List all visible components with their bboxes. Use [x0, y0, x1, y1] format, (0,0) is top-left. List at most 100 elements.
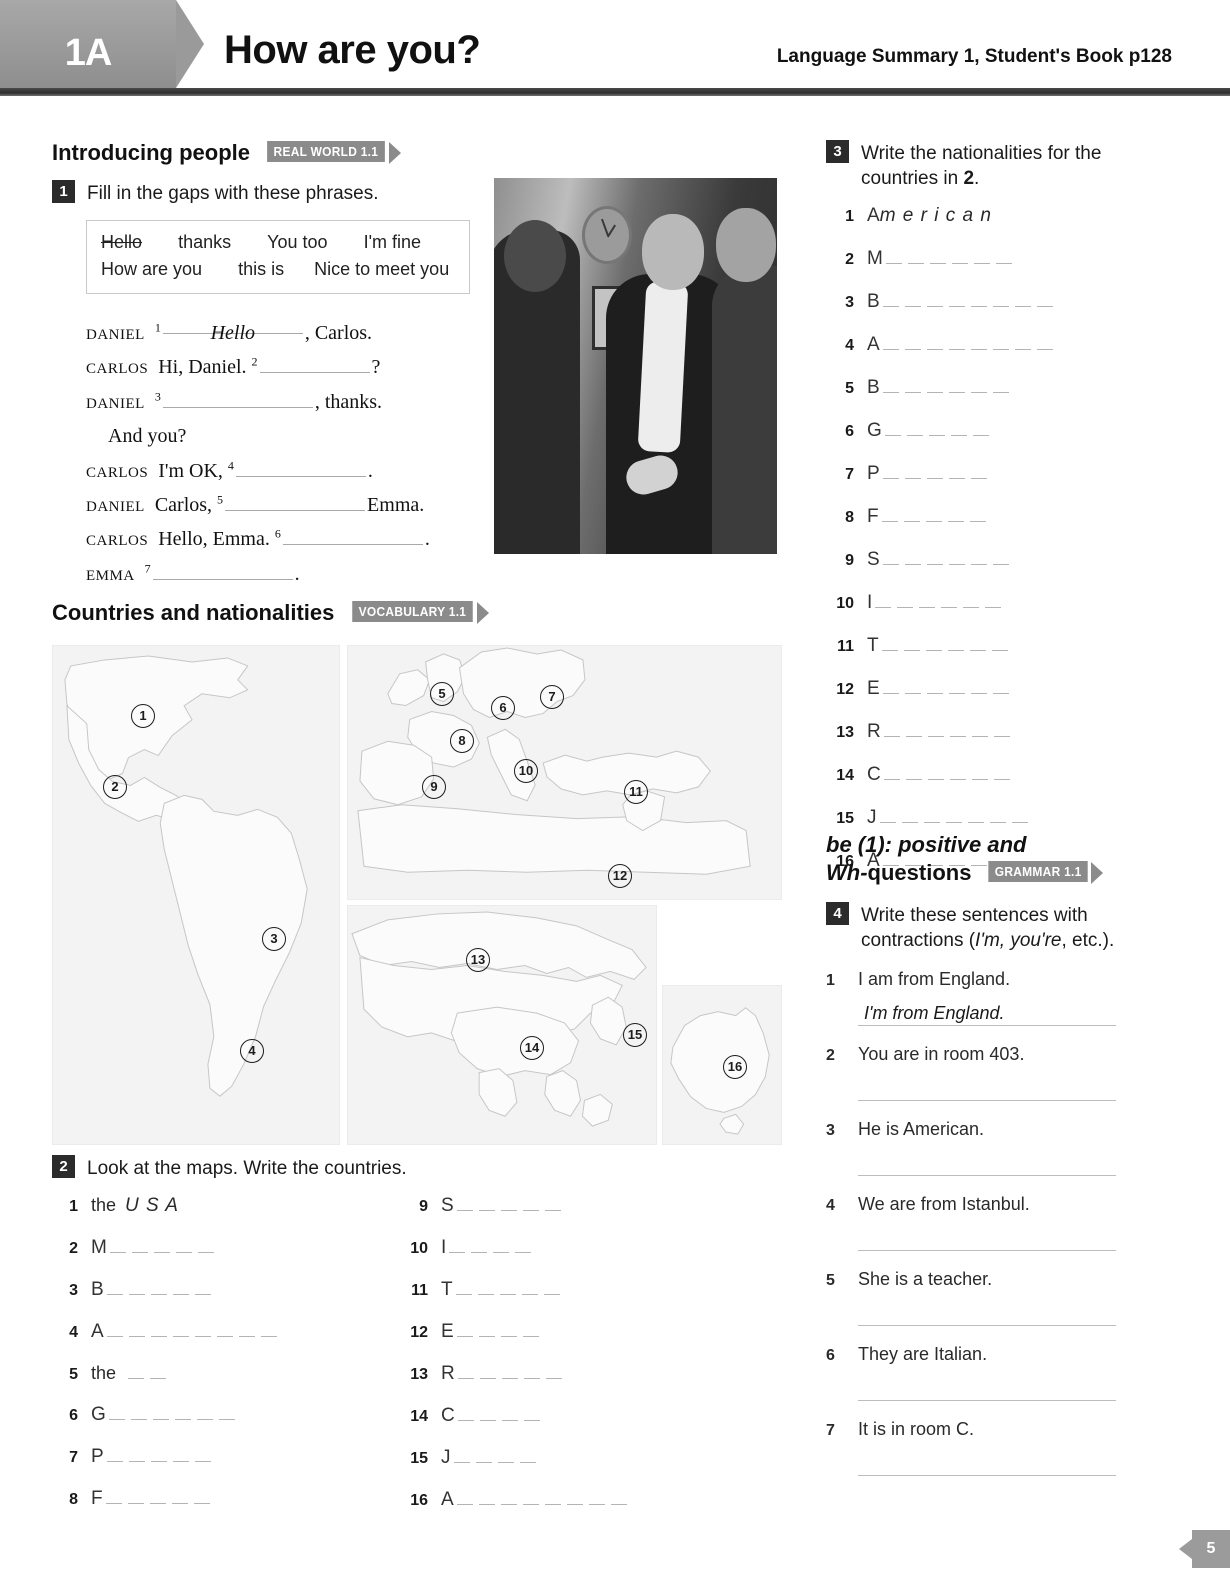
blank-slot[interactable] — [882, 292, 899, 308]
item-blanks[interactable] — [881, 635, 1014, 656]
blank-slot[interactable] — [972, 421, 989, 437]
blank-slot[interactable] — [501, 1364, 518, 1380]
item-blanks[interactable] — [106, 1321, 283, 1342]
item-blanks[interactable] — [882, 334, 1059, 355]
item-body[interactable]: C — [441, 1405, 546, 1427]
blank-slot[interactable] — [882, 550, 899, 566]
item-body[interactable]: F — [91, 1488, 216, 1510]
blank-slot[interactable] — [971, 722, 988, 738]
blank-slot[interactable] — [588, 1490, 605, 1506]
blank-slot[interactable] — [523, 1406, 540, 1422]
blank-slot[interactable] — [971, 765, 988, 781]
item-blanks[interactable] — [456, 1195, 567, 1216]
blank-slot[interactable] — [884, 421, 901, 437]
blank-slot[interactable] — [882, 679, 899, 695]
phrase-im-fine[interactable]: I'm fine — [364, 229, 421, 256]
answer-line[interactable] — [858, 1225, 1116, 1252]
dialogue-gap[interactable] — [235, 459, 366, 477]
blank-slot[interactable] — [904, 679, 921, 695]
blank-slot[interactable] — [172, 1322, 189, 1338]
blank-slot[interactable] — [216, 1322, 233, 1338]
item-body[interactable]: M — [91, 1237, 220, 1259]
blank-slot[interactable] — [501, 1406, 518, 1422]
blank-slot[interactable] — [521, 1280, 538, 1296]
item-body[interactable]: T — [867, 635, 1014, 657]
blank-slot[interactable] — [992, 378, 1009, 394]
blank-slot[interactable] — [175, 1238, 192, 1254]
blank-slot[interactable] — [106, 1447, 123, 1463]
blank-slot[interactable] — [193, 1489, 210, 1505]
map-marker-16[interactable]: 16 — [723, 1055, 747, 1079]
item-body[interactable]: A — [91, 1321, 283, 1343]
blank-slot[interactable] — [522, 1196, 539, 1212]
item-body[interactable]: R — [867, 721, 1016, 743]
map-marker-10[interactable]: 10 — [514, 759, 538, 783]
blank-slot[interactable] — [926, 550, 943, 566]
item-blanks[interactable] — [457, 1363, 568, 1384]
item-blanks[interactable] — [885, 248, 1018, 269]
blank-slot[interactable] — [967, 808, 984, 824]
item-body[interactable]: the U S A — [91, 1195, 179, 1217]
phrase-this-is[interactable]: this is — [238, 256, 284, 283]
item-blanks[interactable] — [456, 1321, 545, 1342]
blank-slot[interactable] — [928, 421, 945, 437]
phrase-thanks[interactable]: thanks — [178, 229, 231, 256]
item-body[interactable]: F — [867, 506, 992, 528]
item-body[interactable]: C — [867, 764, 1016, 786]
item-blanks[interactable] — [884, 420, 995, 441]
blank-slot[interactable] — [951, 249, 968, 265]
blank-slot[interactable] — [945, 808, 962, 824]
blank-slot[interactable] — [941, 593, 958, 609]
blank-slot[interactable] — [970, 464, 987, 480]
item-body[interactable]: G — [867, 420, 995, 442]
blank-slot[interactable] — [993, 765, 1010, 781]
map-marker-7[interactable]: 7 — [540, 685, 564, 709]
item-body[interactable]: A — [867, 334, 1059, 356]
dialogue-gap[interactable] — [259, 355, 370, 374]
dialogue-gap[interactable] — [162, 390, 313, 408]
blank-slot[interactable] — [479, 1364, 496, 1380]
item-body[interactable]: E — [867, 678, 1015, 700]
answer-line[interactable] — [858, 1450, 1116, 1477]
blank-slot[interactable] — [901, 808, 918, 824]
item-body[interactable]: B — [867, 377, 1015, 399]
item-blanks[interactable] — [109, 1237, 220, 1258]
blank-slot[interactable] — [950, 421, 967, 437]
dialogue-gap[interactable] — [282, 527, 423, 546]
blank-slot[interactable] — [457, 1406, 474, 1422]
phrase-you-too[interactable]: You too — [267, 229, 327, 256]
blank-slot[interactable] — [992, 335, 1009, 351]
item-body[interactable]: E — [441, 1321, 545, 1343]
blank-slot[interactable] — [875, 593, 892, 609]
map-americas[interactable]: 1 2 3 4 — [52, 645, 340, 1145]
blank-slot[interactable] — [985, 593, 1002, 609]
blank-slot[interactable] — [128, 1447, 145, 1463]
blank-slot[interactable] — [992, 679, 1009, 695]
blank-slot[interactable] — [108, 1405, 125, 1421]
answer-line[interactable] — [858, 1300, 1116, 1327]
blank-slot[interactable] — [927, 765, 944, 781]
item-blanks[interactable] — [882, 678, 1015, 699]
blank-slot[interactable] — [1036, 292, 1053, 308]
blank-slot[interactable] — [970, 679, 987, 695]
map-europe-mediterranean[interactable]: 5 6 7 8 9 10 11 12 — [347, 645, 782, 900]
blank-slot[interactable] — [948, 679, 965, 695]
blank-slot[interactable] — [879, 808, 896, 824]
item-body[interactable]: M — [867, 248, 1018, 270]
blank-slot[interactable] — [453, 1448, 470, 1464]
item-blanks[interactable] — [106, 1279, 217, 1300]
blank-slot[interactable] — [106, 1280, 123, 1296]
item-blanks[interactable] — [883, 721, 1016, 742]
blank-slot[interactable] — [948, 550, 965, 566]
answer-line-filled[interactable]: I'm from England. — [858, 1000, 1116, 1027]
blank-slot[interactable] — [109, 1238, 126, 1254]
item-blanks[interactable] — [456, 1489, 633, 1510]
item-blanks[interactable] — [875, 592, 1007, 613]
blank-slot[interactable] — [497, 1448, 514, 1464]
blank-slot[interactable] — [471, 1238, 488, 1254]
map-marker-4[interactable]: 4 — [240, 1039, 264, 1063]
dialogue-gap[interactable] — [152, 562, 293, 580]
blank-slot[interactable] — [948, 292, 965, 308]
item-blanks[interactable] — [455, 1279, 566, 1300]
blank-slot[interactable] — [925, 507, 942, 523]
